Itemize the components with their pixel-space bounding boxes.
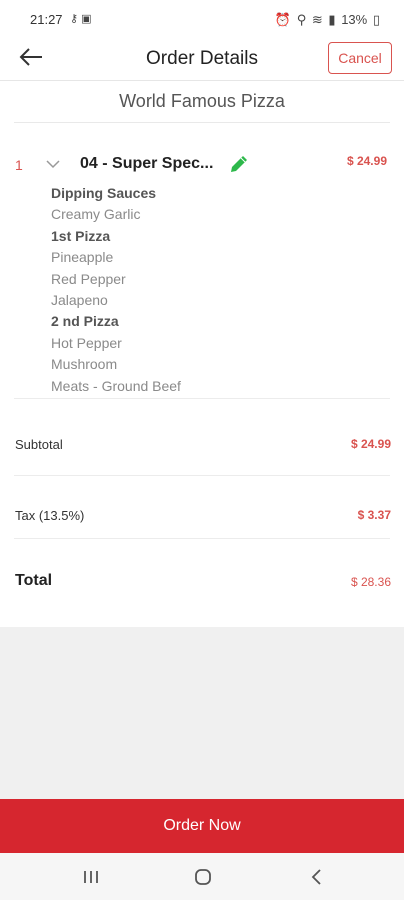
home-icon [195,869,211,885]
system-nav-bar [0,853,404,900]
restaurant-name: World Famous Pizza [14,80,390,123]
total-row: Total $ 28.36 [0,570,404,600]
empty-area [0,627,404,799]
modifier-option: Red Pepper [51,270,126,287]
modifier-option: Hot Pepper [51,334,122,351]
modifier-heading: 2 nd Pizza [51,313,119,330]
modifier-option: Pineapple [51,249,114,266]
system-back-button[interactable] [305,865,329,889]
app-header: Order Details Cancel [0,38,404,81]
recent-apps-icon [84,871,98,883]
modifier-option: Mushroom [51,356,118,373]
sim-icon: ▣ [81,13,92,25]
vpn-key-icon: ⚷ [70,13,79,25]
subtotal-row: Subtotal $ 24.99 [0,433,404,463]
battery-icon: ▯ [372,12,380,27]
divider [14,475,390,476]
total-value: $ 28.36 [350,575,391,589]
modifier-option: Jalapeno [51,291,108,308]
tax-value: $ 3.37 [357,508,391,522]
item-name: 04 - Super Spec... [80,155,214,172]
battery-percent: 13% [341,12,368,27]
signal-icon: ▮ [328,12,336,27]
edit-pencil-icon[interactable] [227,152,251,176]
chevron-left-icon [311,869,321,885]
modifier-option: Meats - Ground Beef [51,377,181,394]
status-time: 21:27 [30,12,63,27]
cancel-button[interactable]: Cancel [328,42,392,74]
modifier-heading: Dipping Sauces [51,185,157,201]
recent-apps-button[interactable] [79,865,103,889]
status-bar: 21:27 ⚷ ▣ ⏰ ⚲ ≋ ▮ 13% ▯ [0,0,404,38]
item-quantity: 1 [15,157,23,173]
divider [14,538,390,539]
tax-row: Tax (13.5%) $ 3.37 [0,504,404,534]
alarm-icon: ⏰ [274,12,292,27]
chevron-down-icon[interactable] [46,159,60,169]
total-label: Total [15,572,53,589]
tax-label: Tax (13.5%) [15,508,85,523]
modifier-option: Creamy Garlic [51,206,141,223]
location-icon: ⚲ [296,12,307,27]
item-price: $ 24.99 [346,154,387,168]
status-right-icons: ⏰ ⚲ ≋ ▮ 13% ▯ [273,12,380,28]
wifi-icon: ≋ [311,12,323,27]
subtotal-label: Subtotal [15,437,63,452]
order-item-row[interactable]: 1 04 - Super Spec... $ 24.99 [0,150,404,178]
subtotal-value: $ 24.99 [350,437,391,451]
divider [14,398,390,399]
order-now-button[interactable]: Order Now [0,799,404,853]
status-left-icons: ⚷ ▣ [70,12,92,25]
modifier-heading: 1st Pizza [51,227,111,244]
home-button[interactable] [191,865,215,889]
item-modifiers: Dipping Sauces Creamy Garlic 1st Pizza P… [51,183,181,397]
